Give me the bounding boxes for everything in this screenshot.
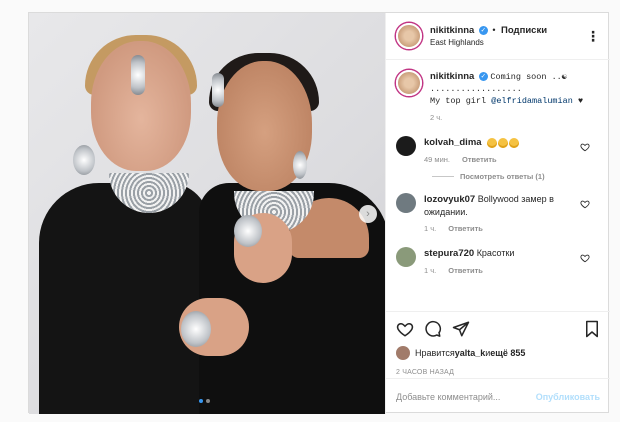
verified-badge-icon: ✓: [478, 26, 488, 36]
headpiece-left: [131, 55, 145, 95]
earring-left: [73, 145, 95, 175]
author-info: nikitkinna ✓ • Подписки East Highlands: [430, 25, 547, 47]
comment-avatar[interactable]: [396, 136, 416, 156]
comments-list: nikitkinna ✓ Coming soon ..☯ ...........…: [386, 60, 610, 311]
view-replies-label: Посмотреть ответы (1): [460, 172, 545, 181]
liker-avatar[interactable]: [396, 346, 410, 360]
share-paper-plane-icon[interactable]: [452, 320, 470, 338]
comment-emojis: [487, 137, 520, 148]
comment-username[interactable]: lozovyuk07: [424, 194, 475, 205]
caption-line1: Coming soon ..☯: [490, 72, 567, 82]
comment-avatar[interactable]: [396, 247, 416, 267]
chevron-right-icon: ›: [366, 208, 370, 220]
author-avatar[interactable]: [396, 23, 422, 49]
caption-avatar[interactable]: [396, 70, 422, 96]
post-location[interactable]: East Highlands: [430, 38, 547, 47]
like-comment-heart-icon[interactable]: [580, 199, 590, 209]
post-timestamp[interactable]: 2 ЧАСОВ НАЗАД: [396, 369, 454, 376]
reply-button[interactable]: Ответить: [462, 155, 497, 164]
carousel-next-button[interactable]: ›: [359, 205, 377, 223]
like-heart-icon[interactable]: [396, 320, 414, 338]
comment-username[interactable]: kolvah_dima: [424, 137, 482, 148]
following-button[interactable]: Подписки: [501, 25, 547, 36]
comment-time[interactable]: 1 ч.: [424, 266, 436, 275]
grin-emoji-icon: [509, 137, 520, 148]
comment-item: kolvah_dima 49 мин. Ответить: [396, 136, 600, 164]
comment-input[interactable]: [396, 391, 536, 402]
ring-lower: [181, 311, 211, 347]
caption-username[interactable]: nikitkinna: [430, 71, 474, 82]
comment-avatar[interactable]: [396, 193, 416, 213]
more-options-icon[interactable]: ⋮: [586, 28, 600, 45]
figure-left-body: [39, 183, 209, 414]
save-bookmark-icon[interactable]: [584, 320, 600, 338]
add-comment-form: Опубликовать: [386, 378, 610, 414]
caption-dots: ..................: [430, 84, 522, 94]
caption-line3-suffix: ♥: [572, 96, 584, 106]
likes-summary: Нравится yalta_k и ещё 855: [396, 346, 600, 360]
author-username[interactable]: nikitkinna: [430, 25, 474, 36]
comment-item: lozovyuk07 Bollywood замер в ожидании. 1…: [396, 193, 600, 233]
caption-time[interactable]: 2 ч.: [430, 113, 442, 122]
caption: nikitkinna ✓ Coming soon ..☯ ...........…: [396, 70, 600, 122]
follow-separator: •: [492, 25, 496, 35]
carousel-dots: [199, 399, 210, 403]
instagram-post: › nikitkinna ✓ • Подписки East Highlands…: [28, 12, 610, 414]
post-sidebar: nikitkinna ✓ • Подписки East Highlands ⋮…: [385, 13, 610, 414]
publish-button[interactable]: Опубликовать: [536, 392, 600, 402]
caption-mention[interactable]: @elfridamalumian: [491, 96, 573, 106]
carousel-dot: [206, 399, 210, 403]
view-replies-button[interactable]: Посмотреть ответы (1): [432, 172, 600, 181]
post-photo[interactable]: ›: [29, 13, 385, 414]
carousel-dot: [199, 399, 203, 403]
reply-button[interactable]: Ответить: [448, 266, 483, 275]
likes-rest[interactable]: ещё 855: [490, 348, 525, 358]
comment-item: stepura720 Красотки 1 ч. Ответить: [396, 247, 600, 275]
grin-emoji-icon: [498, 137, 509, 148]
likes-user[interactable]: yalta_k: [455, 348, 486, 358]
verified-badge-icon: ✓: [478, 72, 488, 82]
likes-prefix: Нравится: [415, 348, 455, 358]
caption-line3-prefix: My top girl: [430, 96, 492, 106]
post-actions: Нравится yalta_k и ещё 855: [386, 311, 610, 362]
post-header: nikitkinna ✓ • Подписки East Highlands ⋮: [386, 13, 610, 60]
ring-upper: [234, 215, 262, 247]
comment-time[interactable]: 1 ч.: [424, 224, 436, 233]
comment-bubble-icon[interactable]: [424, 320, 442, 338]
comment-username[interactable]: stepura720: [424, 248, 474, 259]
like-comment-heart-icon[interactable]: [580, 253, 590, 263]
comment-text: Красотки: [476, 248, 515, 258]
earring-right: [293, 151, 307, 179]
comment-time[interactable]: 49 мин.: [424, 155, 450, 164]
headpiece-right: [212, 73, 224, 107]
grin-emoji-icon: [487, 137, 498, 148]
like-comment-heart-icon[interactable]: [580, 142, 590, 152]
replies-divider: [432, 176, 454, 177]
reply-button[interactable]: Ответить: [448, 224, 483, 233]
